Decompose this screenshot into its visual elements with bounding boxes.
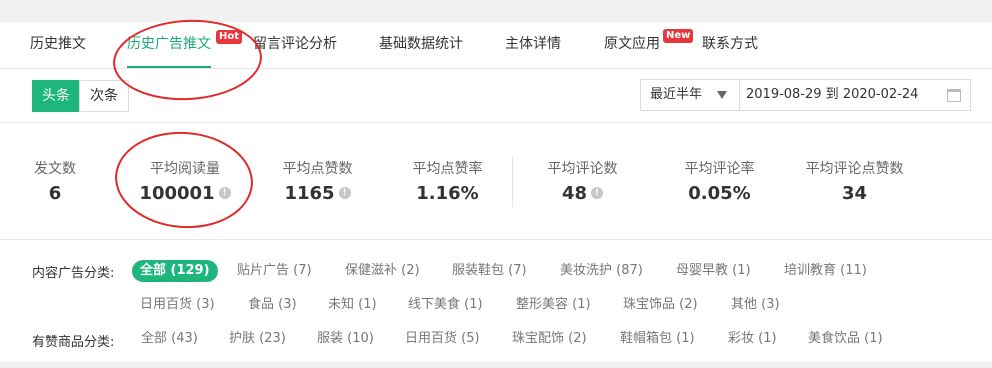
tab-comment-analysis[interactable]: 留言评论分析 <box>253 22 337 68</box>
filter-item[interactable]: 美食饮品 (1) <box>808 328 883 350</box>
stat-avg-comments: 平均评论数 48! <box>530 159 635 209</box>
filter-item[interactable]: 珠宝饰品 (2) <box>623 294 698 316</box>
sponsored-goods-category-label: 有赞商品分类: <box>32 335 115 350</box>
tab-contact[interactable]: 联系方式 <box>702 22 758 68</box>
stat-avg-comment-likes: 平均评论点赞数 34 <box>797 159 912 209</box>
tab-original-apps[interactable]: 原文应用 <box>604 22 660 68</box>
filter-item[interactable]: 未知 (1) <box>328 294 377 316</box>
chevron-down-icon <box>717 91 727 99</box>
tab-history-posts[interactable]: 历史推文 <box>30 22 86 68</box>
date-range-value: 2019-08-29 到 2020-02-24 <box>746 87 919 102</box>
tab-label: 历史广告推文 <box>127 36 211 52</box>
tab-entity-details[interactable]: 主体详情 <box>505 22 561 68</box>
filter-item[interactable]: 日用百货 (5) <box>405 328 480 350</box>
divider <box>0 122 992 123</box>
stat-value: 0.05% <box>688 183 751 204</box>
stat-avg-likes: 平均点赞数 1165! <box>265 159 370 209</box>
filter-item[interactable]: 珠宝配饰 (2) <box>512 328 587 350</box>
filter-item[interactable]: 贴片广告 (7) <box>237 260 312 282</box>
new-badge: New <box>663 29 694 43</box>
secondary-toggle-button[interactable]: 次条 <box>79 80 129 112</box>
stat-avg-reads: 平均阅读量 100001! <box>130 159 240 209</box>
stat-label: 平均评论点赞数 <box>805 161 904 177</box>
stat-avg-like-rate: 平均点赞率 1.16% <box>395 159 500 209</box>
filter-item[interactable]: 母婴早教 (1) <box>676 260 751 282</box>
filter-item[interactable]: 护肤 (23) <box>229 328 286 350</box>
tab-label: 原文应用 <box>604 36 660 52</box>
filter-item[interactable]: 鞋帽箱包 (1) <box>620 328 695 350</box>
stat-value-wrap: 48! <box>530 179 635 209</box>
stat-label: 平均点赞率 <box>412 161 483 177</box>
content-ad-category-label: 内容广告分类: <box>32 266 115 281</box>
stat-value: 6 <box>48 183 62 204</box>
content-panel: 历史推文 历史广告推文 Hot 留言评论分析 基础数据统计 主体详情 原文应用 … <box>0 22 992 362</box>
stat-value-wrap: 100001! <box>130 179 240 209</box>
tab-bar: 历史推文 历史广告推文 Hot 留言评论分析 基础数据统计 主体详情 原文应用 … <box>0 22 992 69</box>
filter-item[interactable]: 服装鞋包 (7) <box>452 260 527 282</box>
stat-value: 1165 <box>284 183 335 204</box>
stat-value: 100001 <box>139 183 215 204</box>
tab-label: 历史推文 <box>30 36 86 52</box>
info-icon[interactable]: ! <box>338 187 351 199</box>
tab-basic-stats[interactable]: 基础数据统计 <box>379 22 463 68</box>
filter-item[interactable]: 整形美容 (1) <box>516 294 591 316</box>
stat-label: 发文数 <box>34 161 76 177</box>
stat-label: 平均点赞数 <box>282 161 353 177</box>
range-select-value: 最近半年 <box>650 87 703 102</box>
filter-item[interactable]: 日用百货 (3) <box>140 294 215 316</box>
stat-label: 平均阅读量 <box>150 161 220 177</box>
tab-history-ad-posts[interactable]: 历史广告推文 <box>127 22 211 68</box>
calendar-icon <box>947 89 961 102</box>
stat-label: 平均评论数 <box>547 161 618 177</box>
headline-toggle-button[interactable]: 头条 <box>32 80 80 112</box>
stat-value: 1.16% <box>416 183 479 204</box>
stats-divider <box>512 157 513 207</box>
top-background-strip <box>0 0 992 22</box>
filter-item[interactable]: 培训教育 (11) <box>784 260 867 282</box>
tab-label: 主体详情 <box>505 36 561 52</box>
filter-item[interactable]: 服装 (10) <box>317 328 374 350</box>
stat-post-count: 发文数 6 <box>20 159 90 209</box>
stat-value: 48 <box>561 183 588 204</box>
hot-badge: Hot <box>216 30 243 44</box>
tab-label: 基础数据统计 <box>379 36 463 52</box>
stat-value-wrap: 1165! <box>265 179 370 209</box>
divider <box>0 239 992 240</box>
bottom-background-strip <box>0 362 992 368</box>
stat-label: 平均评论率 <box>684 161 755 177</box>
range-select[interactable]: 最近半年 <box>640 79 740 111</box>
filter-item[interactable]: 保健滋补 (2) <box>345 260 420 282</box>
tab-label: 联系方式 <box>702 36 758 52</box>
stat-value: 34 <box>841 183 868 204</box>
info-icon[interactable]: ! <box>218 187 231 199</box>
filter-all-content[interactable]: 全部 (129) <box>132 260 218 282</box>
filter-item[interactable]: 美妆洗护 (87) <box>560 260 643 282</box>
filter-item[interactable]: 线下美食 (1) <box>408 294 483 316</box>
tab-label: 留言评论分析 <box>253 36 337 52</box>
info-icon[interactable]: ! <box>591 187 604 199</box>
date-range-input[interactable]: 2019-08-29 到 2020-02-24 <box>739 79 971 111</box>
filter-item[interactable]: 彩妆 (1) <box>728 328 777 350</box>
filter-item[interactable]: 食品 (3) <box>248 294 297 316</box>
stat-avg-comment-rate: 平均评论率 0.05% <box>667 159 772 209</box>
filter-item[interactable]: 其他 (3) <box>731 294 780 316</box>
filter-item[interactable]: 全部 (43) <box>141 328 198 350</box>
